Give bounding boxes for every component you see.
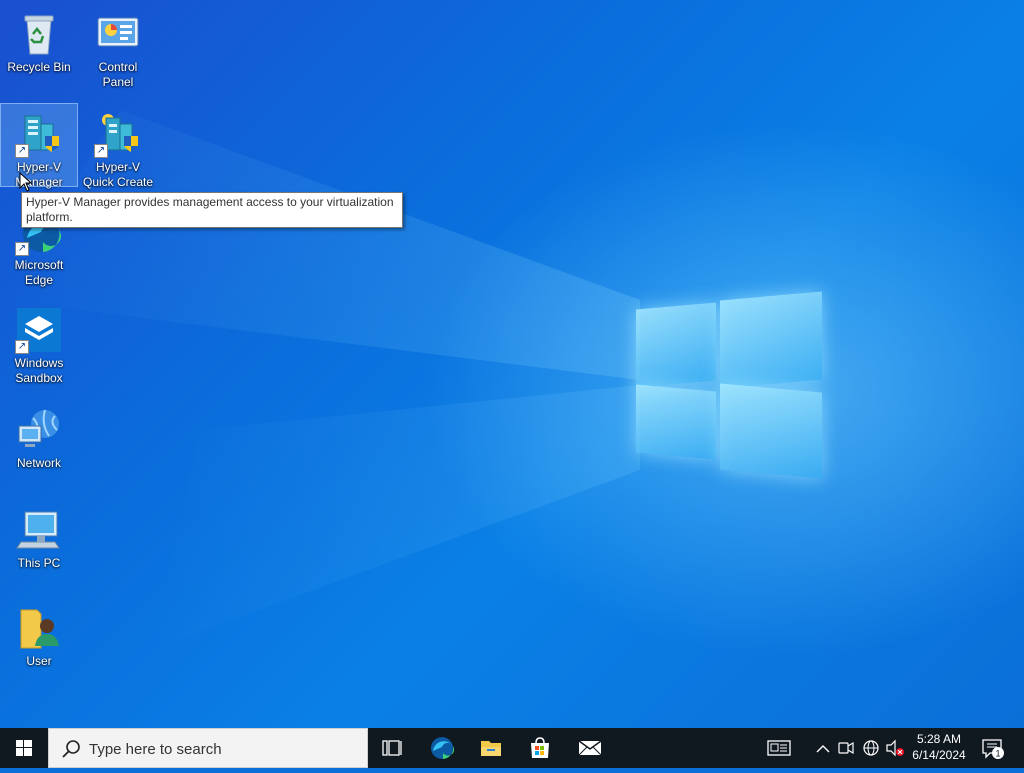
- hyper-v-manager-shortcut[interactable]: ↗ Hyper-V Manager: [0, 103, 78, 189]
- control-panel-icon: [94, 10, 142, 58]
- action-center-button[interactable]: 1: [978, 728, 1008, 768]
- volume-muted-icon: [886, 739, 904, 757]
- search-icon: [62, 740, 80, 758]
- news-and-interests-button[interactable]: [764, 728, 794, 768]
- globe-icon: [863, 740, 879, 756]
- taskbar: Type here to search 5:28 AM 6/14/2024 1: [0, 728, 1024, 768]
- start-button[interactable]: [0, 728, 48, 768]
- taskbar-search-box[interactable]: Type here to search: [48, 728, 368, 768]
- hyper-v-quick-create-label-line2: Quick Create: [82, 175, 154, 189]
- user-label: User: [26, 654, 52, 668]
- user-folder-icon: [15, 604, 63, 652]
- recycle-bin-icon: [15, 10, 63, 58]
- folder-icon: [481, 741, 501, 756]
- recycle-bin-label: Recycle Bin: [7, 60, 71, 74]
- this-pc-label: This PC: [17, 556, 61, 570]
- windows-sandbox-shortcut[interactable]: ↗ Windows Sandbox: [1, 300, 77, 386]
- shortcut-arrow-icon: ↗: [15, 144, 29, 158]
- mouse-cursor-icon: [19, 172, 33, 192]
- network-icon: [15, 406, 63, 454]
- edge-label-line1: Microsoft: [14, 258, 64, 272]
- control-panel-label: Control Panel: [98, 60, 138, 89]
- taskbar-mail-button[interactable]: [566, 728, 614, 768]
- clock-time: 5:28 AM: [916, 732, 962, 746]
- meet-now-icon: [838, 741, 854, 755]
- computer-icon: [15, 506, 63, 554]
- clock-date: 6/14/2024: [912, 748, 966, 762]
- shortcut-arrow-icon: ↗: [15, 340, 29, 354]
- shortcut-arrow-icon: ↗: [15, 242, 29, 256]
- taskbar-store-button[interactable]: [516, 728, 564, 768]
- network-label: Network: [16, 456, 61, 470]
- taskbar-clock[interactable]: 5:28 AM 6/14/2024: [906, 731, 972, 763]
- this-pc-shortcut[interactable]: This PC: [1, 500, 77, 571]
- taskbar-edge-button[interactable]: [418, 728, 466, 768]
- windows-start-icon: [16, 740, 32, 756]
- user-folder-shortcut[interactable]: User: [1, 598, 77, 669]
- hyper-v-manager-label-line2: Manager: [15, 175, 63, 189]
- task-view-button[interactable]: [368, 728, 416, 768]
- sandbox-label-line1: Windows: [14, 356, 64, 370]
- news-icon: [767, 740, 791, 756]
- task-view-icon: [382, 740, 402, 756]
- hyper-v-manager-tooltip: Hyper-V Manager provides management acce…: [21, 192, 403, 228]
- windows-logo-wallpaper: [636, 288, 824, 480]
- network-status-button[interactable]: [860, 728, 882, 768]
- recycle-bin-shortcut[interactable]: Recycle Bin: [1, 4, 77, 75]
- store-icon: [531, 737, 549, 758]
- mail-icon: [578, 740, 602, 756]
- hyper-v-quick-create-shortcut[interactable]: ↗ Hyper-V Quick Create: [80, 104, 156, 190]
- meet-now-button[interactable]: [836, 728, 856, 768]
- hyper-v-manager-label-line1: Hyper-V: [16, 160, 61, 174]
- hyper-v-manager-icon: ↗: [15, 110, 63, 158]
- show-hidden-icons-button[interactable]: [812, 728, 834, 768]
- notification-badge: 1: [995, 749, 1000, 759]
- control-panel-shortcut[interactable]: Control Panel: [80, 4, 156, 90]
- search-placeholder: Type here to search: [89, 741, 222, 758]
- sandbox-icon: ↗: [15, 306, 63, 354]
- chevron-up-icon: [816, 745, 830, 753]
- notification-icon: 1: [982, 739, 1004, 759]
- edge-icon: [431, 737, 454, 759]
- shortcut-arrow-icon: ↗: [94, 144, 108, 158]
- taskbar-file-explorer-button[interactable]: [467, 728, 515, 768]
- hyper-v-quick-create-label-line1: Hyper-V: [95, 160, 140, 174]
- hyper-v-quick-create-icon: ↗: [94, 110, 142, 158]
- volume-button[interactable]: [884, 728, 906, 768]
- edge-label-line2: Edge: [24, 273, 54, 287]
- network-shortcut[interactable]: Network: [1, 400, 77, 471]
- sandbox-label-line2: Sandbox: [15, 371, 63, 385]
